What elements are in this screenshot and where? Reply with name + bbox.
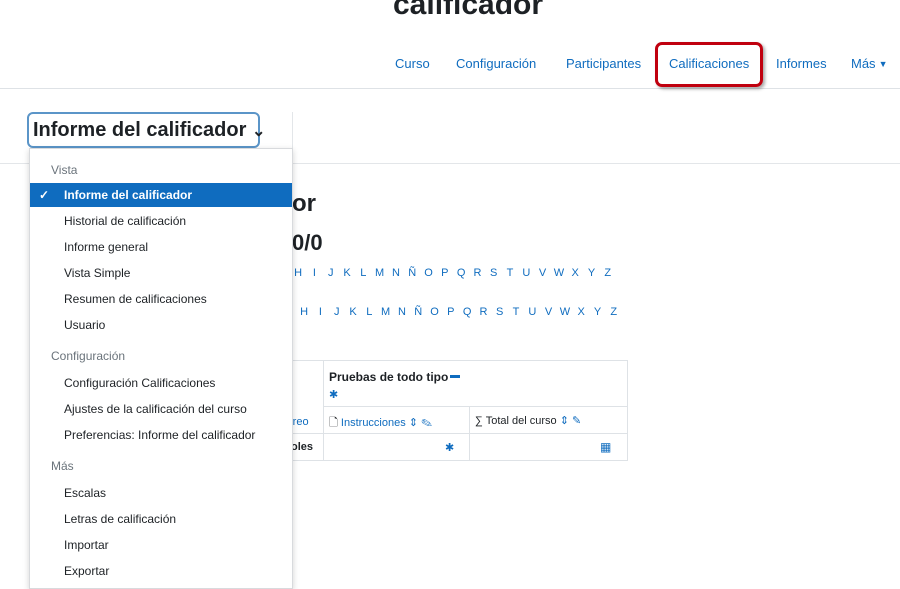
chevron-down-icon: ▼ (878, 59, 888, 69)
initial-letter[interactable]: I (306, 267, 322, 279)
menu-item-letras[interactable]: Letras de calificación (30, 507, 292, 531)
nav-item-mas[interactable]: Más ▼ (851, 56, 887, 71)
report-dropdown-menu: Vista ✓ Informe del calificador Historia… (29, 148, 293, 589)
menu-item-informe-general[interactable]: Informe general (30, 235, 292, 259)
sigma-icon: ∑ (475, 415, 483, 427)
collapse-icon[interactable] (450, 375, 461, 378)
menu-item-configuracion-calificaciones[interactable]: Configuración Calificaciones (30, 371, 292, 395)
menu-item-escalas[interactable]: Escalas (30, 481, 292, 505)
sort-icon[interactable]: ⇕ (560, 415, 569, 427)
menu-section-header-configuracion: Configuración (51, 349, 126, 363)
check-icon: ✓ (39, 188, 50, 202)
initial-letter[interactable]: H (296, 306, 312, 318)
initial-letter[interactable]: X (573, 306, 589, 318)
menu-section-header-mas: Más (51, 459, 74, 473)
divider (292, 112, 293, 148)
menu-item-preferencias[interactable]: Preferencias: Informe del calificador (30, 423, 292, 447)
lastname-initials-bar: HIJKLMNÑOPQRSTUVWXYZ (296, 306, 622, 318)
initial-letter[interactable]: N (394, 306, 410, 318)
menu-item-ajustes-calificacion[interactable]: Ajustes de la calificación del curso (30, 397, 292, 421)
initial-letter[interactable]: V (534, 267, 550, 279)
initial-letter[interactable]: Y (589, 306, 605, 318)
initial-letter[interactable]: Ñ (410, 306, 426, 318)
menu-item-resumen[interactable]: Resumen de calificaciones (30, 287, 292, 311)
menu-section-header-vista: Vista (51, 163, 78, 177)
initial-letter[interactable]: R (475, 306, 491, 318)
row-label: oles (291, 441, 314, 453)
total-label: Total del curso (485, 415, 557, 427)
initial-letter[interactable]: P (443, 306, 459, 318)
divider (293, 433, 628, 434)
initial-letter[interactable]: M (371, 267, 387, 279)
secondary-navigation: Curso Configuración Participantes Califi… (0, 44, 900, 89)
page-title: calificador (393, 0, 544, 21)
initial-letter[interactable]: K (339, 267, 355, 279)
initial-letter[interactable]: Q (459, 306, 475, 318)
initial-letter[interactable]: I (312, 306, 328, 318)
initial-letter[interactable]: L (361, 306, 377, 318)
nav-item-participantes[interactable]: Participantes (566, 56, 641, 71)
nav-item-informes[interactable]: Informes (776, 56, 827, 71)
report-selector-label: Informe del calificador (33, 119, 247, 141)
report-selector-button[interactable]: Informe del calificador ⌄ (27, 112, 265, 148)
firstname-initials-bar: HIJKLMNÑOPQRSTUVWXYZ (290, 267, 616, 279)
sort-icon[interactable]: ⇕ (409, 417, 418, 429)
menu-item-historial[interactable]: Historial de calificación (30, 209, 292, 233)
initial-letter[interactable]: S (492, 306, 508, 318)
pencil-icon[interactable]: ✎ (421, 417, 432, 429)
initial-letter[interactable]: S (486, 267, 502, 279)
instructions-link[interactable]: Instrucciones (341, 417, 406, 429)
initial-letter[interactable]: L (355, 267, 371, 279)
instructions-column-header: 🗋 Instrucciones ⇕ ✎ (329, 414, 432, 433)
initial-letter[interactable]: R (469, 267, 485, 279)
nav-item-mas-label: Más (851, 56, 876, 71)
nav-item-curso[interactable]: Curso (395, 56, 430, 71)
divider (323, 406, 628, 407)
initial-letter[interactable]: W (551, 267, 567, 279)
initial-letter[interactable]: J (323, 267, 339, 279)
menu-item-informe-del-calificador[interactable]: ✓ Informe del calificador (30, 183, 292, 207)
initial-letter[interactable]: P (437, 267, 453, 279)
menu-item-vista-simple[interactable]: Vista Simple (30, 261, 292, 285)
initial-letter[interactable]: V (540, 306, 556, 318)
initial-letter[interactable]: Q (453, 267, 469, 279)
menu-item-exportar[interactable]: Exportar (30, 559, 292, 583)
calculator-icon[interactable]: ▦ (600, 440, 611, 454)
initial-letter[interactable]: W (557, 306, 573, 318)
initial-letter[interactable]: U (524, 306, 540, 318)
menu-item-usuario[interactable]: Usuario (30, 313, 292, 337)
initial-letter[interactable]: X (567, 267, 583, 279)
initial-letter[interactable]: T (502, 267, 518, 279)
initial-letter[interactable]: M (377, 306, 393, 318)
divider (469, 406, 470, 460)
initial-letter[interactable]: O (420, 267, 436, 279)
chevron-down-icon: ⌄ (251, 123, 266, 140)
gear-icon[interactable]: ✱ (445, 441, 454, 454)
menu-item-label: Informe del calificador (64, 188, 193, 202)
initial-letter[interactable]: Z (606, 306, 622, 318)
divider (323, 361, 324, 460)
initial-letter[interactable]: J (329, 306, 345, 318)
document-icon: 🗋 (329, 417, 338, 429)
menu-item-importar[interactable]: Importar (30, 533, 292, 557)
initial-letter[interactable]: N (388, 267, 404, 279)
category-header: Pruebas de todo tipo (329, 370, 461, 384)
initial-letter[interactable]: O (426, 306, 442, 318)
highlight-box (655, 42, 763, 87)
initial-letter[interactable]: Z (600, 267, 616, 279)
grader-table: Pruebas de todo tipo ✱ rreo 🗋 Instruccio… (289, 360, 628, 461)
initial-letter[interactable]: U (518, 267, 534, 279)
score-heading: 0/0 (292, 230, 323, 255)
pencil-icon[interactable]: ✎ (572, 415, 581, 427)
initial-letter[interactable]: K (345, 306, 361, 318)
category-title: Pruebas de todo tipo (329, 370, 449, 384)
nav-item-configuracion[interactable]: Configuración (456, 56, 536, 71)
initial-letter[interactable]: Y (583, 267, 599, 279)
initial-letter[interactable]: T (508, 306, 524, 318)
initial-letter[interactable]: Ñ (404, 267, 420, 279)
total-column-header: ∑ Total del curso ⇕ ✎ (475, 414, 581, 427)
report-heading: or (292, 190, 316, 217)
gear-icon[interactable]: ✱ (329, 388, 338, 401)
